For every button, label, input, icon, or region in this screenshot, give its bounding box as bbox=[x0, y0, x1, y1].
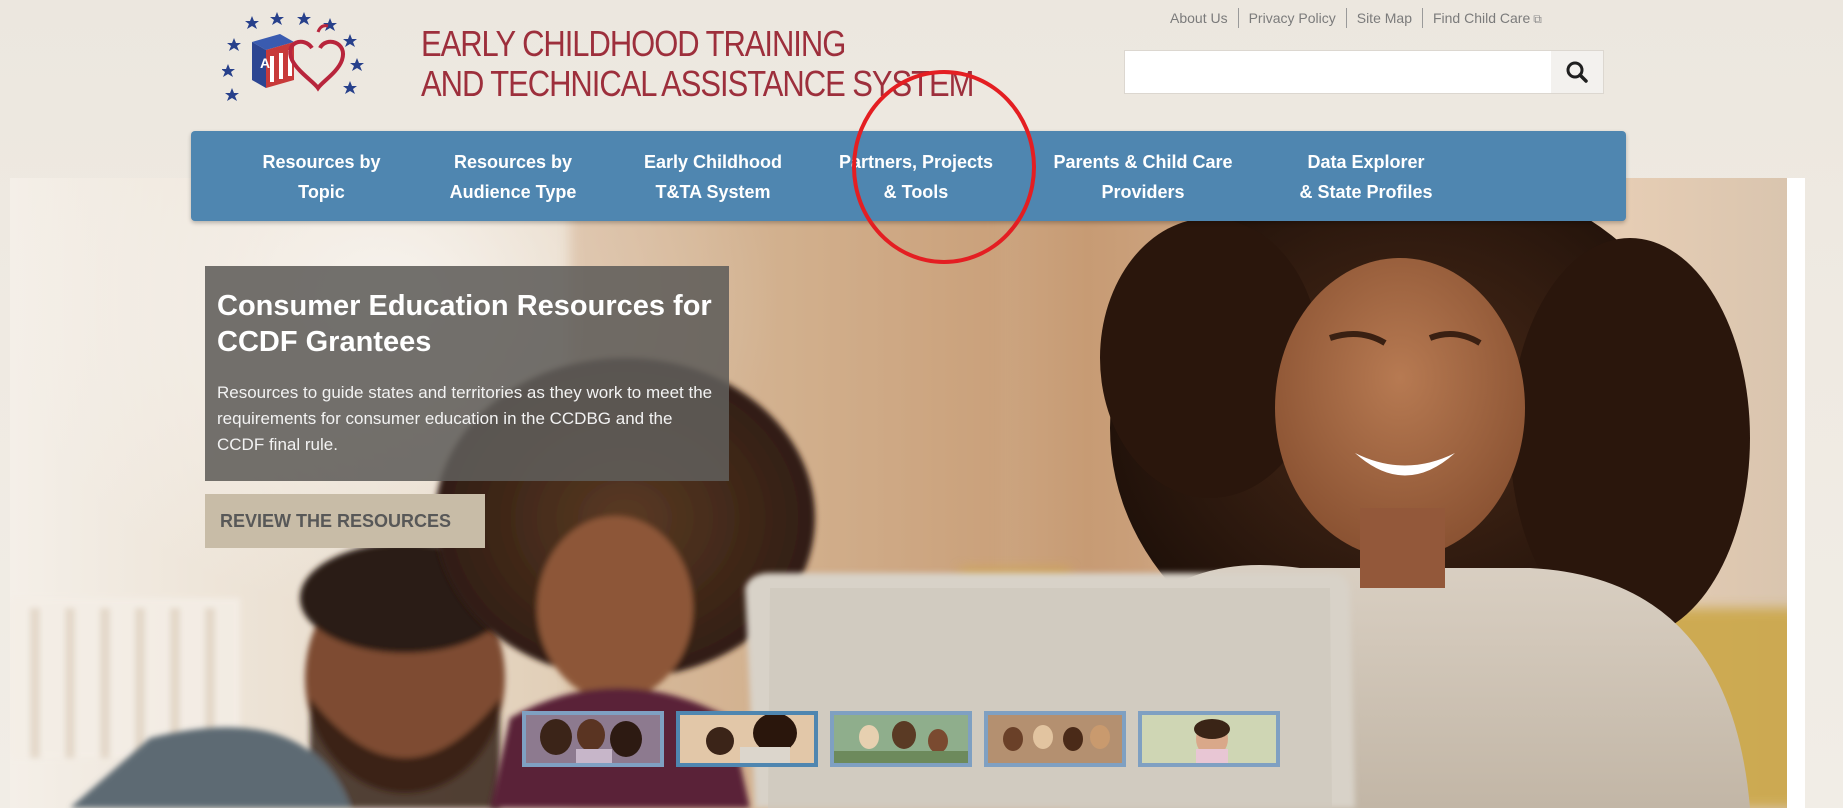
carousel-thumb-5[interactable] bbox=[1138, 711, 1280, 767]
feature-panel: Consumer Education Resources for CCDF Gr… bbox=[205, 266, 729, 481]
hero-right-edge bbox=[1787, 178, 1805, 808]
nav-resources-by-topic[interactable]: Resources by Topic bbox=[244, 147, 399, 207]
find-child-care-label: Find Child Care bbox=[1432, 9, 1531, 26]
site-map-link[interactable]: Site Map bbox=[1347, 10, 1422, 26]
review-resources-button[interactable]: REVIEW THE RESOURCES bbox=[205, 494, 485, 548]
site-title-line1: EARLY CHILDHOOD TRAINING bbox=[421, 23, 846, 64]
feature-title: Consumer Education Resources for CCDF Gr… bbox=[217, 290, 712, 358]
privacy-policy-link[interactable]: Privacy Policy bbox=[1239, 10, 1346, 26]
nav-partners-projects-tools[interactable]: Partners, Projects & Tools bbox=[825, 147, 1007, 207]
abc-block-heart-stars-icon: A bbox=[222, 12, 364, 101]
nav-resources-by-audience[interactable]: Resources by Audience Type bbox=[428, 147, 598, 207]
nav-data-explorer[interactable]: Data Explorer & State Profiles bbox=[1276, 147, 1456, 207]
thumb-image bbox=[834, 715, 968, 763]
thumb-image bbox=[1142, 715, 1276, 763]
carousel-thumb-2[interactable] bbox=[676, 711, 818, 767]
search-form bbox=[1124, 50, 1604, 94]
carousel-thumb-3[interactable] bbox=[830, 711, 972, 767]
thumb-image bbox=[680, 715, 814, 763]
search-input[interactable] bbox=[1125, 51, 1551, 93]
find-child-care-link[interactable]: Find Child Care ⧉ bbox=[1423, 10, 1552, 27]
svg-text:A: A bbox=[260, 55, 270, 71]
site-logo[interactable]: A bbox=[222, 8, 402, 104]
carousel-thumb-1[interactable] bbox=[522, 711, 664, 767]
thumb-image bbox=[988, 715, 1122, 763]
search-button[interactable] bbox=[1551, 51, 1603, 93]
feature-body: Resources to guide states and territorie… bbox=[217, 383, 713, 454]
nav-early-childhood-system[interactable]: Early Childhood T&TA System bbox=[628, 147, 798, 207]
thumb-image bbox=[526, 715, 660, 763]
main-nav: Resources by Topic Resources by Audience… bbox=[191, 131, 1626, 221]
utility-nav: About Us Privacy Policy Site Map Find Ch… bbox=[1160, 8, 1552, 28]
site-title-line2: AND TECHNICAL ASSISTANCE SYSTEM bbox=[421, 63, 974, 104]
about-us-link[interactable]: About Us bbox=[1160, 10, 1238, 26]
carousel-thumb-4[interactable] bbox=[984, 711, 1126, 767]
nav-parents-child-care[interactable]: Parents & Child Care Providers bbox=[1043, 147, 1243, 207]
search-icon bbox=[1566, 61, 1588, 83]
external-link-icon: ⧉ bbox=[1533, 11, 1542, 26]
site-title[interactable]: EARLY CHILDHOOD TRAINING AND TECHNICAL A… bbox=[421, 23, 974, 104]
